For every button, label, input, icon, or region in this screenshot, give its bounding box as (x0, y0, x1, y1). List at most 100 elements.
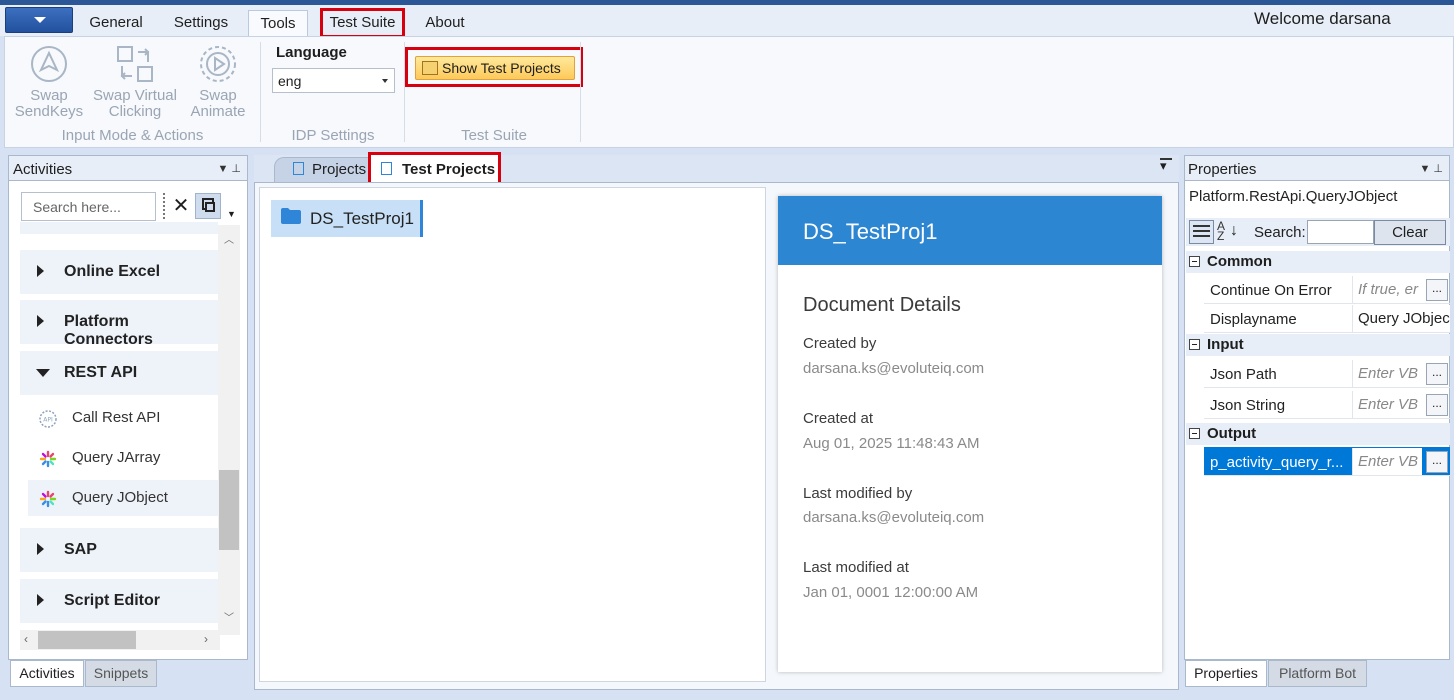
tab-platform-bot[interactable]: Platform Bot (1268, 660, 1367, 687)
tab-general[interactable]: General (80, 10, 152, 36)
property-value-input[interactable]: If true, er (1352, 276, 1422, 303)
activity-label: Call Rest API (72, 409, 161, 426)
chevron-down-icon[interactable]: ▼ (227, 209, 236, 219)
tab-settings[interactable]: Settings (162, 10, 240, 36)
toolbar-grip (163, 193, 168, 219)
swap-animate-label-2: Animate (190, 103, 246, 120)
scroll-thumb (38, 631, 136, 649)
ellipsis-button[interactable]: ... (1426, 363, 1448, 385)
project-list (259, 187, 766, 682)
close-icon[interactable]: ✕ (170, 193, 192, 219)
property-name: Json String (1210, 397, 1286, 414)
property-json-string[interactable]: Json String Enter VB ... (1204, 390, 1450, 419)
chevron-up-icon: ︿ (224, 235, 234, 246)
tab-snippets[interactable]: Snippets (85, 660, 157, 687)
category-rest-api[interactable]: REST API (20, 351, 218, 395)
section-label: Input (1207, 336, 1244, 353)
property-value-input[interactable]: Enter VB (1352, 448, 1422, 475)
document-icon (293, 162, 304, 175)
section-common[interactable]: Common (1186, 251, 1450, 273)
tab-test-suite[interactable]: Test Suite (320, 8, 405, 38)
activity-query-jarray[interactable]: Query JArray (28, 440, 218, 476)
section-label: Output (1207, 425, 1257, 442)
language-select[interactable]: eng (272, 68, 395, 93)
property-json-path[interactable]: Json Path Enter VB ... (1204, 359, 1450, 388)
activity-call-rest-api[interactable]: API Call Rest API (28, 400, 218, 436)
swap-animate-button[interactable]: Swap Animate (183, 44, 253, 120)
property-value-input[interactable]: Enter VB (1352, 360, 1422, 387)
category-label: Script Editor (64, 592, 161, 609)
properties-search-input[interactable] (1307, 220, 1374, 244)
chevron-right-icon: › (204, 632, 208, 646)
language-label: Language (276, 44, 347, 61)
sort-alpha-icon[interactable]: AZ (1217, 220, 1225, 242)
swap-virtual-label-2: Clicking (108, 103, 162, 120)
ellipsis-button[interactable]: ... (1426, 279, 1448, 301)
tab-tools[interactable]: Tools (248, 10, 308, 36)
expand-icon (37, 315, 44, 327)
tab-projects[interactable]: Projects (274, 157, 374, 182)
section-label: Common (1207, 253, 1272, 270)
property-value-input[interactable]: Enter VB (1352, 391, 1422, 418)
swap-sendkeys-icon (31, 46, 67, 82)
swap-virtual-clicking-button[interactable]: Swap Virtual Clicking (90, 44, 180, 120)
property-displayname[interactable]: Displayname Query JObject (1204, 304, 1450, 333)
pin-icon[interactable]: ▼ ⊥ (1419, 162, 1443, 175)
ellipsis-button[interactable]: ... (1426, 451, 1448, 473)
category-platform-connectors[interactable]: Platform Connectors (20, 300, 218, 348)
expand-icon (37, 594, 44, 606)
category-online-excel[interactable]: Online Excel (20, 250, 218, 294)
activity-query-jobject[interactable]: Query JObject (28, 480, 218, 516)
collapse-all-icon[interactable] (195, 193, 221, 219)
categorized-view-icon[interactable] (1189, 220, 1214, 244)
sort-arrow-icon: ↓ (1230, 222, 1238, 239)
tab-list-menu-icon[interactable]: ▾ (1160, 158, 1167, 174)
group-label-input-mode: Input Mode & Actions (61, 127, 204, 144)
activities-vertical-scrollbar[interactable]: ︿ ﹀ (218, 225, 240, 635)
category-sap[interactable]: SAP (20, 528, 218, 572)
group-label-idp: IDP Settings (291, 127, 375, 144)
tab-about[interactable]: About (413, 10, 477, 36)
api-icon: API (39, 410, 57, 428)
modified-at-label: Last modified at (803, 559, 909, 576)
activities-title: Activities (13, 161, 73, 178)
modified-at-value: Jan 01, 0001 12:00:00 AM (803, 584, 979, 601)
ellipsis-button[interactable]: ... (1426, 394, 1448, 416)
details-section-title: Document Details (803, 294, 961, 316)
swap-animate-icon (200, 46, 236, 82)
property-value-input[interactable]: Query JObject (1352, 305, 1450, 332)
category-script-editor[interactable]: Script Editor (20, 579, 218, 623)
activities-search-input[interactable]: Search here... (21, 192, 156, 221)
property-continue-on-error[interactable]: Continue On Error If true, er ... (1204, 275, 1450, 304)
collapse-icon (1189, 256, 1200, 267)
swap-virtual-icon (117, 46, 153, 82)
app-menu-button[interactable] (5, 7, 73, 33)
category-label: SAP (64, 541, 97, 558)
chevron-down-icon (382, 79, 388, 83)
property-name: p_activity_query_r... (1210, 454, 1344, 471)
language-select-value: eng (278, 73, 302, 89)
category-label: Online Excel (64, 263, 161, 280)
activity-label: Query JObject (72, 489, 168, 506)
activities-horizontal-scrollbar[interactable]: ‹ › (20, 630, 220, 650)
section-input[interactable]: Input (1186, 334, 1450, 356)
tab-test-projects-label: Test Projects (402, 161, 496, 178)
clear-button[interactable]: Clear (1374, 220, 1446, 245)
show-test-projects-label: Show Test Projects (442, 60, 561, 76)
project-item[interactable]: DS_TestProj1 (271, 200, 423, 237)
collapse-icon (1189, 428, 1200, 439)
pin-icon[interactable]: ▼ ⊥ (217, 162, 241, 175)
swap-sendkeys-button[interactable]: Swap SendKeys (13, 44, 85, 120)
tab-activities[interactable]: Activities (10, 660, 84, 687)
category-partial (20, 222, 218, 234)
created-by-value: darsana.ks@evoluteiq.com (803, 360, 985, 377)
tab-test-projects[interactable]: Test Projects (368, 152, 501, 186)
property-output-result[interactable]: p_activity_query_r... Enter VB ... (1204, 447, 1450, 476)
created-at-value: Aug 01, 2025 11:48:43 AM (803, 435, 980, 452)
show-test-projects-button[interactable]: Show Test Projects (415, 56, 575, 80)
section-output[interactable]: Output (1186, 423, 1450, 445)
folder-icon (422, 61, 438, 75)
tab-properties[interactable]: Properties (1185, 660, 1267, 687)
activity-label: Query JArray (72, 449, 161, 466)
chevron-down-icon (34, 17, 46, 23)
